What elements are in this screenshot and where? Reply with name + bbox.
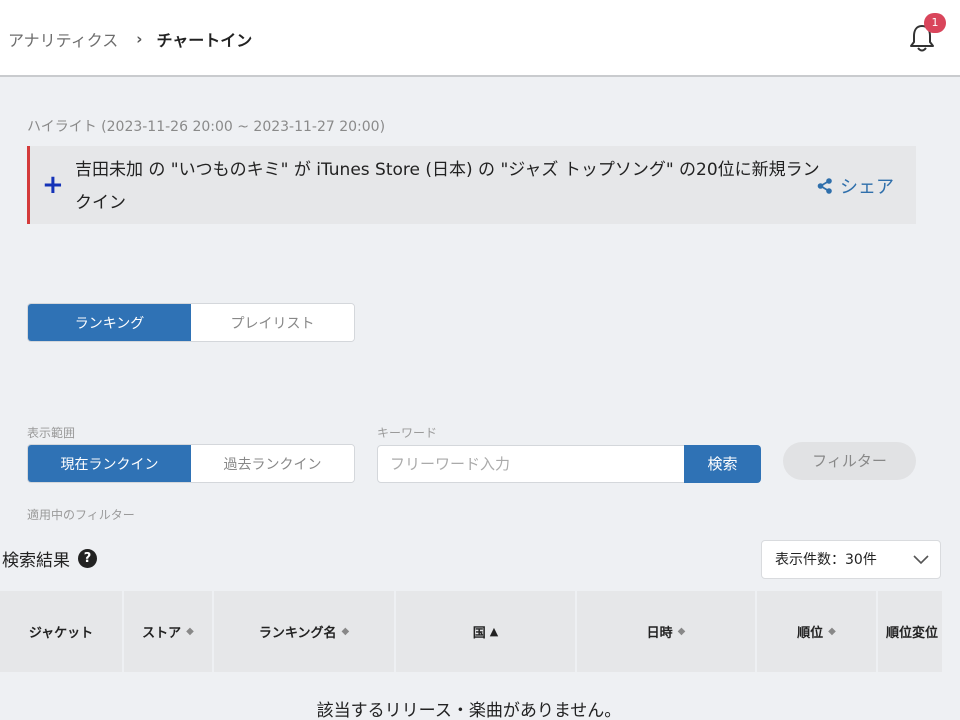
- sort-icon: ◆: [828, 626, 836, 637]
- empty-message: 該当するリリース・楽曲がありません。: [316, 701, 622, 720]
- column-country[interactable]: 国 ▲: [396, 591, 575, 672]
- share-icon: [817, 178, 832, 194]
- column-jacket-label: ジャケット: [28, 626, 94, 641]
- table-header: ジャケット ストア ◆ ランキング名 ◆ 国 ▲ 日時 ◆ 順位 ◆ 順位変位: [0, 591, 960, 672]
- page-title: チャートイン: [156, 31, 253, 50]
- column-store[interactable]: ストア ◆: [124, 591, 212, 672]
- sort-icon: ◆: [677, 626, 686, 637]
- sort-icon: ◆: [341, 626, 350, 637]
- column-datetime-label: 日時: [646, 626, 673, 641]
- plus-icon: +: [42, 170, 64, 200]
- range-current-button[interactable]: 現在ランクイン: [28, 445, 191, 482]
- range-toggle: 現在ランクイン 過去ランクイン: [27, 444, 355, 483]
- column-store-label: ストア: [142, 626, 182, 641]
- chevron-down-icon: [913, 555, 929, 565]
- column-rank-label: 順位: [797, 626, 824, 641]
- filter-button[interactable]: フィルター: [783, 442, 916, 480]
- top-header: アナリティクス › チャートイン 1: [0, 0, 960, 77]
- tab-playlist[interactable]: プレイリスト: [191, 304, 354, 341]
- range-past-button[interactable]: 過去ランクイン: [191, 445, 354, 482]
- help-icon[interactable]: ?: [78, 549, 97, 568]
- column-datetime[interactable]: 日時 ◆: [577, 591, 755, 672]
- search-button[interactable]: 検索: [684, 445, 761, 483]
- highlight-label: ハイライト (2023-11-26 20:00 ~ 2023-11-27 20:…: [27, 119, 386, 135]
- column-ranking-name-label: ランキング名: [258, 626, 337, 641]
- sort-asc-icon: ▲: [489, 625, 499, 638]
- breadcrumb: アナリティクス › チャートイン: [8, 27, 252, 51]
- highlight-card: + 吉田未加 の "いつものキミ" が iTunes Store (日本) の …: [27, 146, 916, 224]
- share-label: シェア: [840, 177, 894, 198]
- keyword-label: キーワード: [377, 426, 438, 440]
- keyword-input[interactable]: フリーワード入力: [377, 445, 685, 483]
- breadcrumb-analytics-link[interactable]: アナリティクス: [8, 27, 118, 51]
- highlight-text: 吉田未加 の "いつものキミ" が iTunes Store (日本) の "ジ…: [75, 160, 820, 213]
- column-country-label: 国: [472, 626, 486, 641]
- sort-icon: ◆: [186, 626, 194, 637]
- range-label: 表示範囲: [27, 426, 76, 440]
- column-rank[interactable]: 順位 ◆: [757, 591, 876, 672]
- tab-ranking[interactable]: ランキング: [28, 304, 191, 341]
- notification-badge[interactable]: 1: [924, 13, 946, 33]
- results-title: 検索結果 ?: [2, 546, 97, 571]
- column-jacket: ジャケット: [0, 591, 122, 672]
- per-page-select[interactable]: 表示件数：30件: [761, 540, 941, 579]
- share-button[interactable]: シェア: [816, 173, 894, 199]
- results-title-text: 検索結果: [2, 551, 70, 571]
- column-ranking-name[interactable]: ランキング名 ◆: [214, 591, 394, 672]
- column-rank-change-label: 順位変位: [886, 626, 939, 641]
- per-page-value: 表示件数：30件: [775, 552, 877, 568]
- type-tabs: ランキング プレイリスト: [27, 303, 355, 342]
- applied-filters-label: 適用中のフィルター: [27, 508, 135, 522]
- chevron-right-icon: ›: [136, 30, 143, 48]
- column-rank-change: 順位変位: [878, 591, 942, 672]
